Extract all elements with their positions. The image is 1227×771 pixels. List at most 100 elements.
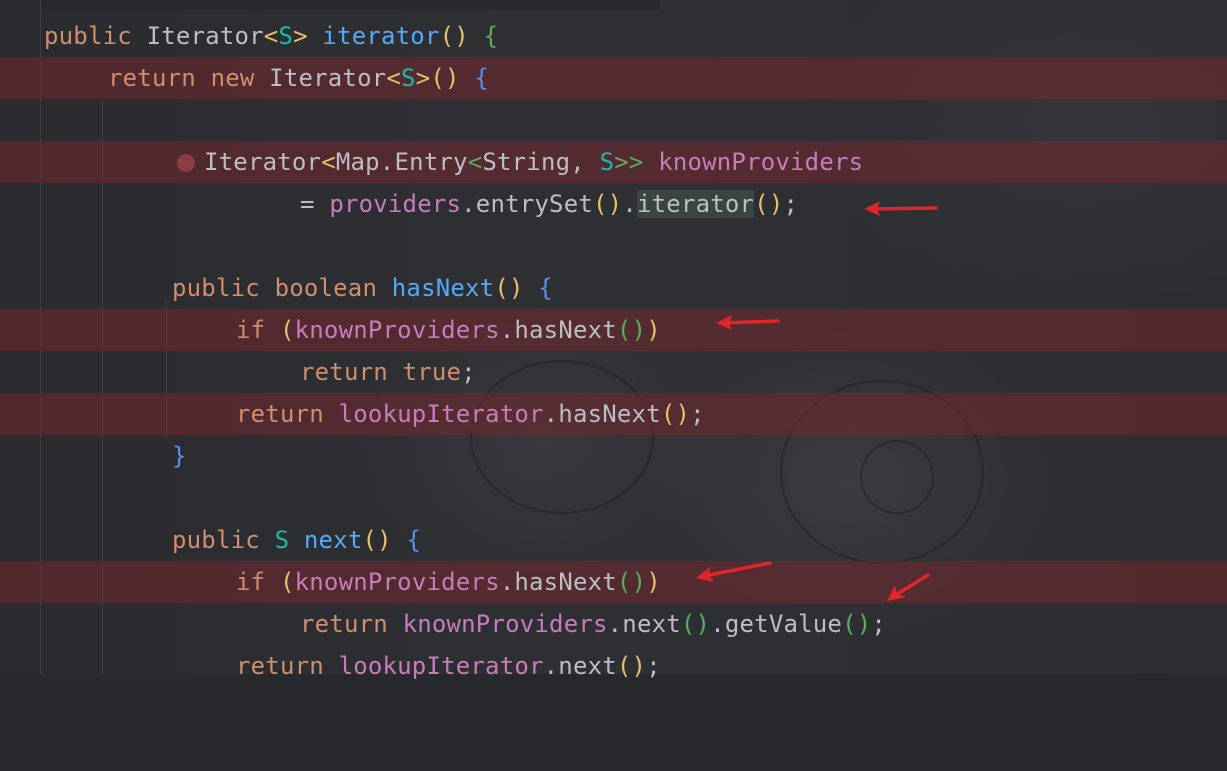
editor-top-bar	[40, 0, 660, 10]
code-token: .next	[543, 652, 617, 680]
code-line-16[interactable]: return lookupIterator.next();	[0, 645, 1227, 687]
code-token: ()	[754, 190, 784, 218]
code-line-8[interactable]: if (knownProviders.hasNext())	[0, 309, 1227, 351]
code-token: =	[300, 190, 330, 218]
code-token: (	[279, 568, 295, 596]
code-token: Map.Entry	[335, 148, 468, 176]
code-line-10[interactable]: return lookupIterator.hasNext();	[0, 393, 1227, 435]
code-token: {	[406, 526, 422, 554]
code-line-3[interactable]	[0, 99, 1227, 141]
line-code: = providers.entrySet().iterator();	[300, 183, 798, 225]
code-token: ()	[616, 568, 647, 596]
line-code: return knownProviders.next().getValue();	[300, 603, 886, 645]
code-token: {	[483, 22, 499, 50]
code-token: Iterator	[204, 148, 322, 176]
code-token: )	[646, 316, 661, 344]
line-code: public Iterator<S> iterator() {	[44, 15, 498, 57]
code-token: ;	[646, 652, 661, 680]
code-token: hasNext	[391, 274, 495, 302]
code-token: ()	[842, 610, 872, 638]
code-token: return	[236, 652, 324, 680]
code-editor[interactable]: public Iterator<S> iterator() { return n…	[0, 0, 1227, 680]
line-code: public S next() {	[172, 519, 421, 561]
code-token: if	[236, 316, 266, 344]
code-token: {	[538, 274, 553, 302]
code-token: return	[236, 400, 324, 428]
code-token: .getValue	[710, 610, 843, 638]
line-code: return true;	[300, 351, 476, 393]
line-code: if (knownProviders.hasNext())	[236, 309, 661, 351]
breakpoint-icon[interactable]	[177, 154, 195, 172]
code-line-9[interactable]: return true;	[0, 351, 1227, 393]
code-line-14[interactable]: if (knownProviders.hasNext())	[0, 561, 1227, 603]
code-token: .hasNext	[499, 316, 617, 344]
code-token: String,	[482, 148, 600, 176]
code-token: public	[44, 22, 132, 50]
code-token: return	[300, 358, 388, 386]
code-token: public	[172, 526, 260, 554]
code-token: ;	[690, 400, 705, 428]
line-code: if (knownProviders.hasNext())	[236, 561, 661, 603]
code-token: ()	[616, 652, 647, 680]
line-code: return lookupIterator.hasNext();	[236, 393, 705, 435]
code-token: <	[263, 22, 279, 50]
code-token: new	[210, 64, 255, 92]
code-token: providers	[329, 190, 462, 218]
code-token: ()	[680, 610, 711, 638]
code-line-4[interactable]: Iterator<Map.Entry<String, S>> knownProv…	[0, 141, 1227, 183]
code-token: >>	[614, 148, 644, 176]
code-token: return	[108, 64, 196, 92]
code-token: ;	[461, 358, 476, 386]
code-token: knownProviders	[402, 610, 608, 638]
code-token: ()	[616, 316, 647, 344]
code-token: .	[622, 190, 637, 218]
code-token: S	[599, 148, 615, 176]
code-token: knownProviders	[658, 148, 864, 176]
code-token: <	[467, 148, 483, 176]
code-line-12[interactable]	[0, 477, 1227, 519]
code-token: .next	[607, 610, 681, 638]
code-token: ()	[362, 526, 392, 554]
code-token: <	[386, 64, 402, 92]
red-arrow-icon	[716, 315, 780, 330]
code-token: S	[401, 64, 416, 92]
code-token: ;	[871, 610, 887, 638]
code-line-1[interactable]: public Iterator<S> iterator() {	[0, 15, 1227, 57]
code-token: knownProviders	[294, 316, 500, 344]
code-token: ()	[593, 190, 623, 218]
code-token: ()	[430, 64, 460, 92]
red-arrow-icon	[864, 201, 938, 216]
code-token: ;	[783, 190, 799, 218]
line-code: return lookupIterator.next();	[236, 645, 661, 687]
code-token: <	[321, 148, 336, 176]
line-code: public boolean hasNext() {	[172, 267, 553, 309]
line-code: Iterator<Map.Entry<String, S>> knownProv…	[204, 141, 863, 183]
code-line-2[interactable]: return new Iterator<S>() {	[0, 57, 1227, 99]
code-line-15[interactable]: return knownProviders.next().getValue();	[0, 603, 1227, 645]
code-token: knownProviders	[294, 568, 500, 596]
code-token: }	[172, 442, 187, 470]
code-line-13[interactable]: public S next() {	[0, 519, 1227, 561]
line-code: return new Iterator<S>() {	[108, 57, 489, 99]
code-line-11[interactable]: }	[0, 435, 1227, 477]
code-token: (	[279, 316, 295, 344]
code-token: .hasNext	[543, 400, 661, 428]
code-line-6[interactable]	[0, 225, 1227, 267]
code-token: S	[278, 22, 294, 50]
code-line-5[interactable]: = providers.entrySet().iterator();	[0, 183, 1227, 225]
code-line-7[interactable]: public boolean hasNext() {	[0, 267, 1227, 309]
